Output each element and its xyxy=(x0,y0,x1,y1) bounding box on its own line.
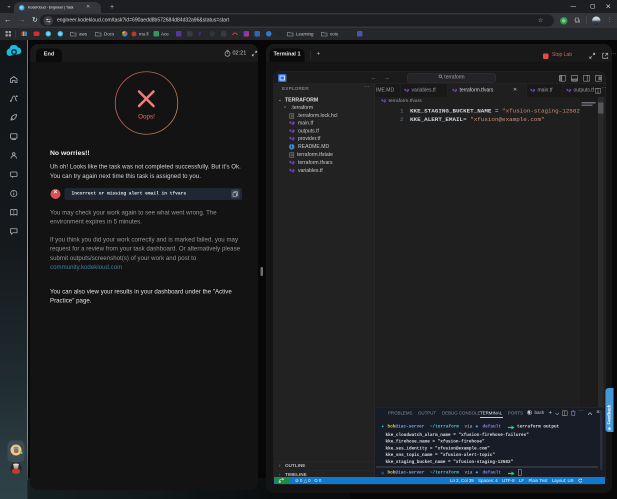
svg-text:Oops!: Oops! xyxy=(138,114,155,121)
